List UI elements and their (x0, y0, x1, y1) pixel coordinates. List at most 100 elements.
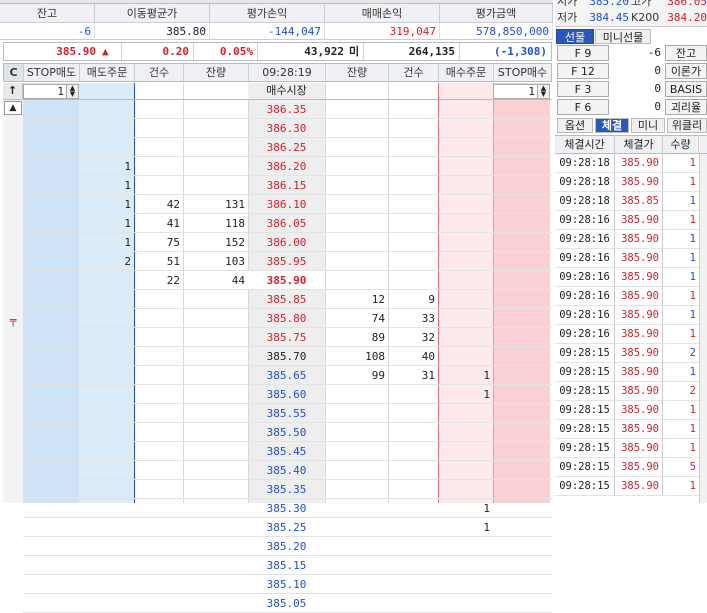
cell-c[interactable] (3, 290, 23, 309)
cell-stop-buy[interactable] (493, 138, 550, 157)
cell-buy-qty[interactable] (325, 537, 388, 556)
cell-price[interactable]: 386.00 (248, 233, 325, 252)
cell-sell-qty[interactable] (183, 442, 248, 461)
fkey-button[interactable]: F 3 (557, 81, 609, 97)
cell-sell-count[interactable] (134, 176, 183, 195)
cell-buy-qty[interactable] (325, 423, 388, 442)
cell-c[interactable] (3, 461, 23, 480)
fkey-action-button[interactable]: 이론가 (665, 63, 707, 79)
cell-stop-buy[interactable] (493, 195, 550, 214)
cell-price[interactable]: 385.05 (248, 594, 325, 613)
cell-sell-qty[interactable] (183, 499, 248, 518)
cell-buy-qty[interactable] (325, 499, 388, 518)
cell-buy-qty[interactable] (325, 556, 388, 575)
cell-buy-count[interactable] (388, 423, 438, 442)
cell-sell-count[interactable] (134, 537, 183, 556)
cell-stop-buy[interactable] (493, 518, 550, 537)
cell-price[interactable]: 385.70 (248, 347, 325, 366)
cell-price[interactable]: 385.75 (248, 328, 325, 347)
cell-buy-order[interactable] (438, 157, 493, 176)
cell-stop-buy[interactable] (493, 157, 550, 176)
cell-stop-buy[interactable] (493, 556, 550, 575)
market-buy-button[interactable]: 매수시장 (248, 83, 325, 99)
cell-price[interactable]: 385.85 (248, 290, 325, 309)
cell-stop-sell[interactable] (23, 309, 79, 328)
cell-sell-order[interactable] (79, 537, 134, 556)
tab-mini-futures[interactable]: 미니선물 (595, 29, 651, 44)
cell-sell-order[interactable] (79, 328, 134, 347)
cell-stop-buy[interactable] (493, 176, 550, 195)
cell-stop-buy[interactable] (493, 347, 550, 366)
cell-stop-buy[interactable] (493, 271, 550, 290)
cell-buy-qty[interactable] (325, 518, 388, 537)
cell-buy-count[interactable] (388, 480, 438, 499)
cell-sell-qty[interactable] (183, 518, 248, 537)
cell-buy-count[interactable]: 32 (388, 328, 438, 347)
cell-buy-qty[interactable] (325, 195, 388, 214)
cell-sell-order[interactable] (79, 119, 134, 138)
cell-buy-order[interactable] (438, 271, 493, 290)
cell-c[interactable] (3, 518, 23, 537)
cell-stop-sell[interactable] (23, 271, 79, 290)
cell-stop-buy[interactable] (493, 100, 550, 119)
orderbook-row[interactable]: 385.45 (3, 442, 552, 461)
fkey-action-button[interactable]: 괴리율 (665, 99, 707, 115)
cell-stop-sell[interactable] (23, 575, 79, 594)
cell-c[interactable] (3, 499, 23, 518)
orderbook-row[interactable]: 385.40 (3, 461, 552, 480)
orderbook-row[interactable]: 385.75 89 32 (3, 328, 552, 347)
cell-sell-order[interactable] (79, 423, 134, 442)
cell-stop-buy[interactable] (493, 119, 550, 138)
cell-price[interactable]: 386.25 (248, 138, 325, 157)
cell-price[interactable]: 386.15 (248, 176, 325, 195)
cell-buy-count[interactable] (388, 214, 438, 233)
cell-price[interactable]: 386.20 (248, 157, 325, 176)
cell-c[interactable] (3, 404, 23, 423)
cell-price[interactable]: 385.45 (248, 442, 325, 461)
cell-buy-order[interactable] (438, 423, 493, 442)
cell-sell-order[interactable] (79, 480, 134, 499)
cell-price[interactable]: 385.50 (248, 423, 325, 442)
cell-sell-count[interactable]: 51 (134, 252, 183, 271)
cell-sell-order[interactable] (79, 366, 134, 385)
cell-stop-buy[interactable] (493, 499, 550, 518)
cell-price[interactable]: 385.40 (248, 461, 325, 480)
cell-buy-order[interactable]: 1 (438, 518, 493, 537)
cell-sell-order[interactable] (79, 499, 134, 518)
cell-buy-count[interactable] (388, 556, 438, 575)
orderbook-row[interactable]: 385.65 99 31 1 (3, 366, 552, 385)
cell-stop-sell[interactable] (23, 138, 79, 157)
cell-buy-count[interactable] (388, 404, 438, 423)
cell-buy-count[interactable] (388, 252, 438, 271)
orderbook-row[interactable]: 385.80 74 33 (3, 309, 552, 328)
cell-sell-order[interactable]: 1 (79, 195, 134, 214)
cell-buy-count[interactable] (388, 100, 438, 119)
cell-stop-sell[interactable] (23, 233, 79, 252)
cell-c[interactable] (3, 157, 23, 176)
cell-sell-order[interactable] (79, 290, 134, 309)
cell-buy-count[interactable] (388, 271, 438, 290)
cell-c[interactable] (3, 594, 23, 613)
cell-stop-sell[interactable] (23, 594, 79, 613)
cell-buy-qty[interactable]: 99 (325, 366, 388, 385)
cell-buy-qty[interactable] (325, 404, 388, 423)
cell-buy-qty[interactable] (325, 575, 388, 594)
cell-sell-qty[interactable] (183, 404, 248, 423)
cell-sell-qty[interactable] (183, 157, 248, 176)
cell-buy-order[interactable] (438, 309, 493, 328)
fkey-action-button[interactable]: BASIS (665, 81, 707, 97)
cell-stop-buy[interactable] (493, 404, 550, 423)
cell-sell-count[interactable] (134, 480, 183, 499)
cell-buy-order[interactable]: 1 (438, 366, 493, 385)
cell-sell-count[interactable] (134, 309, 183, 328)
tab-weekly[interactable]: 위클리 (667, 118, 707, 133)
cell-stop-buy[interactable] (493, 461, 550, 480)
cell-sell-order[interactable] (79, 347, 134, 366)
cell-buy-count[interactable] (388, 499, 438, 518)
cell-buy-count[interactable] (388, 518, 438, 537)
cell-buy-order[interactable] (438, 290, 493, 309)
cell-buy-count[interactable] (388, 176, 438, 195)
cell-buy-order[interactable] (438, 461, 493, 480)
cell-c[interactable] (3, 575, 23, 594)
tab-mini[interactable]: 미니 (631, 118, 665, 133)
